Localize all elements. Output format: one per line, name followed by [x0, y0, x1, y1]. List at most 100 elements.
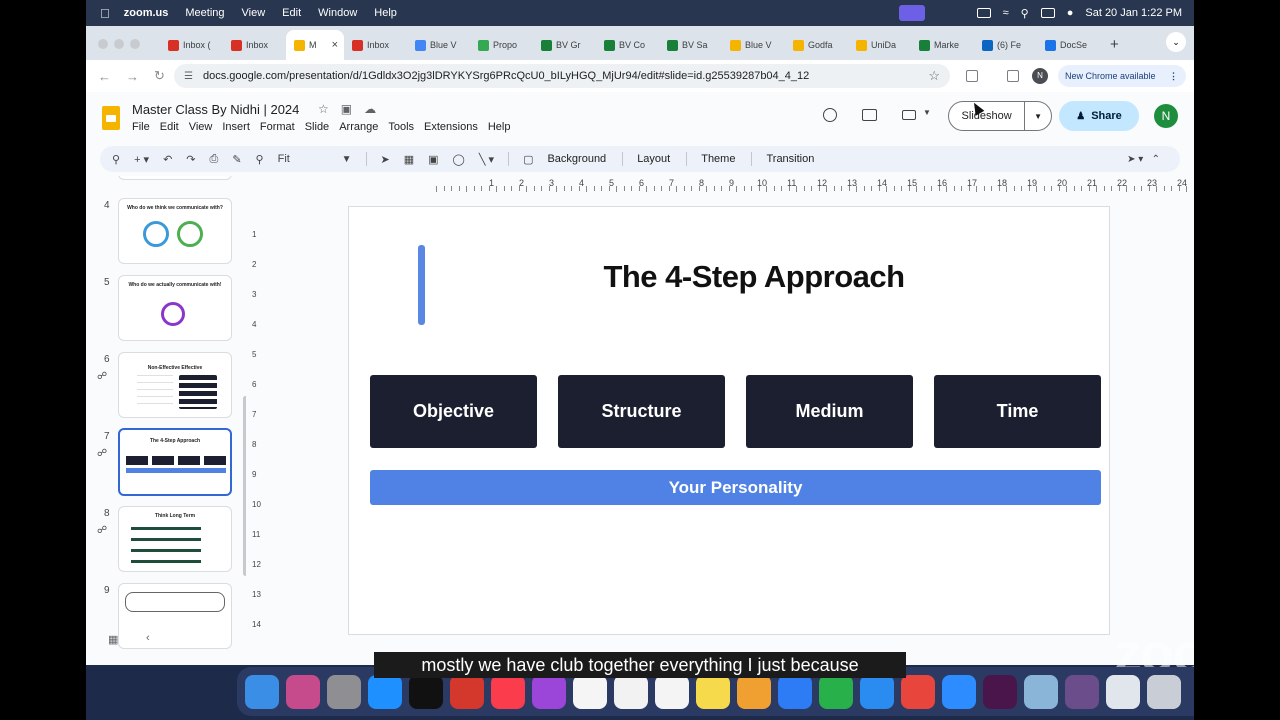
- link-icon[interactable]: ☍: [97, 448, 107, 459]
- pen-tool-and-collapse-icon[interactable]: ➤ ▾ ⌃: [1127, 154, 1160, 165]
- browser-tab[interactable]: (6) Fe: [974, 30, 1037, 60]
- reload-icon[interactable]: ↻: [154, 68, 170, 84]
- move-folder-icon[interactable]: ▣: [341, 102, 352, 116]
- menu-view[interactable]: View: [242, 7, 266, 19]
- menu-arrange[interactable]: Arrange: [339, 121, 378, 133]
- star-icon[interactable]: ☆: [318, 102, 329, 116]
- podcasts-icon[interactable]: [532, 674, 566, 709]
- notes-icon[interactable]: [655, 674, 689, 709]
- menu-slide[interactable]: Slide: [305, 121, 329, 133]
- line-icon[interactable]: ╲ ▾: [479, 153, 494, 166]
- slide-thumbnail-4[interactable]: Who do we think we communicate with?: [118, 198, 232, 264]
- close-window-icon[interactable]: [98, 39, 108, 49]
- personality-banner[interactable]: Your Personality: [370, 470, 1101, 505]
- browser-tab[interactable]: BV Co: [596, 30, 659, 60]
- title-accent-bar[interactable]: [418, 245, 425, 325]
- browser-tab[interactable]: Godfa: [785, 30, 848, 60]
- search-icon[interactable]: ⚲: [1021, 7, 1029, 20]
- screenshot-icon[interactable]: [1065, 674, 1099, 709]
- chrome-icon[interactable]: [901, 674, 935, 709]
- comments-icon[interactable]: [862, 109, 877, 121]
- menu-edit[interactable]: Edit: [282, 7, 301, 19]
- app-store-icon[interactable]: [368, 674, 402, 709]
- step-box-objective[interactable]: Objective: [370, 375, 537, 448]
- step-box-time[interactable]: Time: [934, 375, 1101, 448]
- browser-tab[interactable]: M ×: [286, 30, 344, 60]
- site-info-icon[interactable]: ☰: [184, 71, 193, 82]
- comment-add-icon[interactable]: ▢: [523, 153, 533, 166]
- apple-tv-icon[interactable]: [409, 674, 443, 709]
- undo-icon[interactable]: ↶: [163, 153, 172, 166]
- chrome-menu-icon[interactable]: ⋮: [1169, 71, 1178, 82]
- paint-format-icon[interactable]: ✎: [232, 153, 241, 166]
- bookmark-star-icon[interactable]: ☆: [928, 68, 940, 84]
- new-slide-icon[interactable]: + ▾: [134, 153, 149, 166]
- menu-extensions[interactable]: Extensions: [424, 121, 478, 133]
- tab-search-icon[interactable]: ⌄: [1166, 32, 1186, 52]
- grid-view-icon[interactable]: ▦: [108, 633, 118, 646]
- close-tab-icon[interactable]: ×: [332, 39, 338, 51]
- slide-thumbnail-7[interactable]: The 4-Step Approach: [118, 428, 232, 496]
- menu-file[interactable]: File: [132, 121, 150, 133]
- zoom-share-icon[interactable]: [898, 5, 925, 21]
- image-icon[interactable]: ▣: [428, 153, 438, 166]
- version-history-icon[interactable]: [823, 108, 837, 122]
- slide-thumbnail-6[interactable]: Non-Effective Effective: [118, 352, 232, 418]
- slide-title[interactable]: The 4-Step Approach: [509, 259, 999, 295]
- menu-app-name[interactable]: zoom.us: [124, 7, 169, 19]
- slack-icon[interactable]: [983, 674, 1017, 709]
- menu-meeting[interactable]: Meeting: [185, 7, 224, 19]
- browser-tab[interactable]: Blue V: [407, 30, 470, 60]
- link-icon[interactable]: ☍: [97, 525, 107, 536]
- menubar-clock[interactable]: Sat 20 Jan 1:22 PM: [1085, 7, 1182, 19]
- background-button[interactable]: Background: [547, 153, 606, 165]
- step-box-medium[interactable]: Medium: [746, 375, 913, 448]
- siri-icon[interactable]: ●: [1067, 7, 1074, 19]
- link-icon[interactable]: ☍: [97, 371, 107, 382]
- step-box-structure[interactable]: Structure: [558, 375, 725, 448]
- meet-camera-icon[interactable]: [902, 110, 916, 120]
- extensions-icon[interactable]: [966, 70, 978, 82]
- numbers-icon[interactable]: [819, 674, 853, 709]
- select-tool-icon[interactable]: ➤: [381, 153, 390, 166]
- menu-edit[interactable]: Edit: [160, 121, 179, 133]
- calendar-icon[interactable]: [573, 674, 607, 709]
- zoom-icon[interactable]: ⚲: [256, 153, 264, 166]
- browser-tab[interactable]: Blue V: [722, 30, 785, 60]
- menu-tools[interactable]: Tools: [388, 121, 414, 133]
- browser-tab[interactable]: Inbox (: [160, 30, 223, 60]
- collapse-filmstrip-icon[interactable]: ‹: [146, 632, 150, 644]
- browser-tab[interactable]: UniDa: [848, 30, 911, 60]
- browser-tab[interactable]: DocSe: [1037, 30, 1100, 60]
- shape-icon[interactable]: ◯: [453, 153, 465, 166]
- stickies-icon[interactable]: [696, 674, 730, 709]
- control-center-icon[interactable]: [1040, 8, 1055, 18]
- music-icon[interactable]: [491, 674, 525, 709]
- menu-insert[interactable]: Insert: [222, 121, 250, 133]
- slide-thumbnail-9[interactable]: [118, 583, 232, 649]
- browser-tab[interactable]: Marke: [911, 30, 974, 60]
- menu-help[interactable]: Help: [488, 121, 511, 133]
- print-icon[interactable]: ⎙: [210, 153, 219, 166]
- pages-icon[interactable]: [737, 674, 771, 709]
- maximize-window-icon[interactable]: [130, 39, 140, 49]
- slideshow-button[interactable]: Slideshow ▼: [948, 101, 1052, 131]
- chrome-profile-avatar[interactable]: N: [1032, 68, 1048, 84]
- slide-thumbnail-8[interactable]: Think Long Term: [118, 506, 232, 572]
- redo-icon[interactable]: ↷: [186, 153, 195, 166]
- document-title[interactable]: Master Class By Nidhi | 2024: [132, 102, 299, 117]
- filmstrip-scrollbar[interactable]: [243, 396, 246, 576]
- back-icon[interactable]: ←: [98, 69, 114, 84]
- menu-help[interactable]: Help: [374, 7, 397, 19]
- browser-tab[interactable]: Inbox: [223, 30, 286, 60]
- wifi-icon[interactable]: ≈: [1003, 7, 1009, 19]
- address-bar[interactable]: ☰ docs.google.com/presentation/d/1Gdldx3…: [174, 64, 950, 88]
- theme-button[interactable]: Theme: [701, 153, 735, 165]
- preview-icon[interactable]: [1024, 674, 1058, 709]
- menu-view[interactable]: View: [189, 121, 213, 133]
- frame-icon[interactable]: ▦: [404, 153, 414, 166]
- chrome-update-button[interactable]: New Chrome available ⋮: [1058, 65, 1186, 87]
- search-menus-icon[interactable]: ⚲: [112, 153, 120, 166]
- browser-tab[interactable]: BV Gr: [533, 30, 596, 60]
- new-tab-icon[interactable]: +: [1110, 36, 1119, 53]
